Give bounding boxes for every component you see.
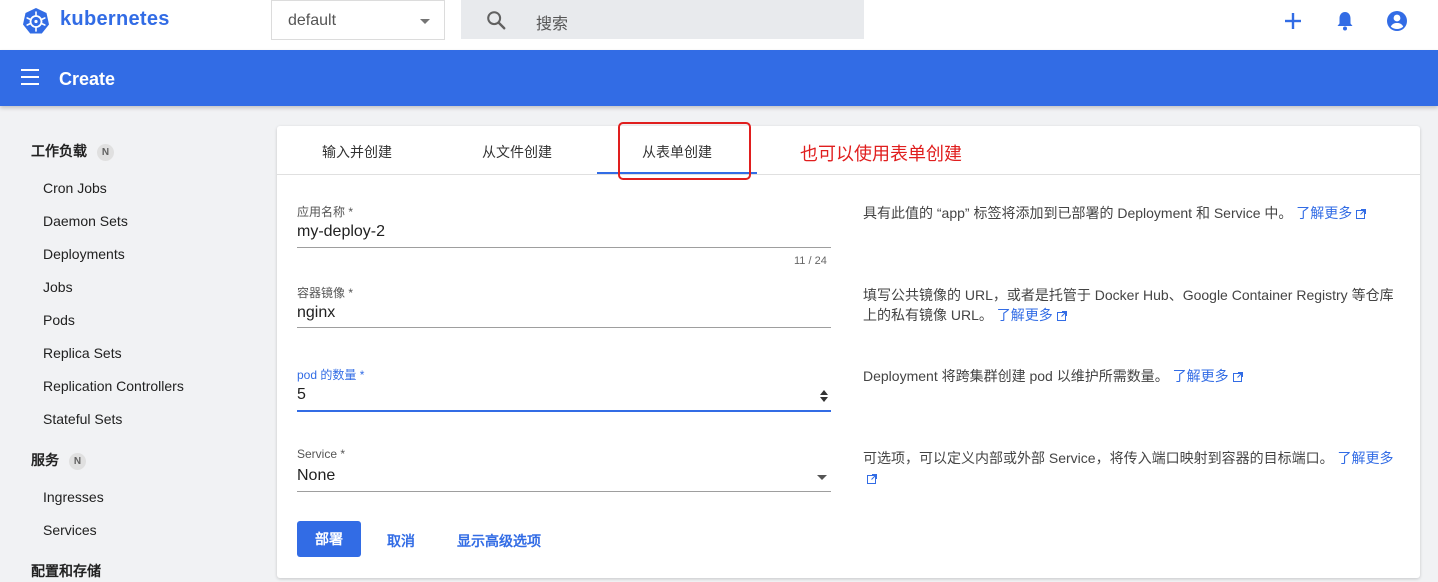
image-input[interactable]: nginx [297,304,335,322]
app-name-help: 具有此值的 “app” 标签将添加到已部署的 Deployment 和 Serv… [863,203,1403,223]
tab-create-from-input[interactable]: 输入并创建 [277,142,437,162]
highlight-box [618,122,751,180]
namespace-select[interactable]: default [271,0,445,40]
tab-create-from-file[interactable]: 从文件创建 [437,142,597,162]
sidebar: 工作负载 N Cron Jobs Daemon Sets Deployments … [0,106,260,582]
image-underline [297,327,831,328]
service-label: Service * [297,447,346,461]
app-name-label: 应用名称 * [297,205,354,219]
help-text: 具有此值的 “app” 标签将添加到已部署的 Deployment 和 Serv… [863,205,1293,221]
menu-icon[interactable] [21,69,41,87]
sidebar-item-replica-sets[interactable]: Replica Sets [43,345,122,361]
sidebar-section-config-storage[interactable]: 配置和存储 [31,561,101,581]
create-card: 输入并创建 从文件创建 从表单创建 也可以使用表单创建 应用名称 * my-de… [277,122,1420,578]
app-name-counter: 11 / 24 [794,255,827,267]
learn-more-link[interactable]: 了解更多 [1296,205,1367,221]
sidebar-item-jobs[interactable]: Jobs [43,279,73,295]
show-advanced-options-button[interactable]: 显示高级选项 [457,531,541,551]
open-in-new-icon [1056,311,1067,321]
top-bar: kubernetes default 搜索 [0,0,1438,50]
sidebar-item-services[interactable]: Services [43,522,97,538]
help-text: 可选项，可以定义内部或外部 Service，将传入端口映射到容器的目标端口。 [863,450,1334,466]
account-circle-icon[interactable] [1385,9,1409,33]
kubernetes-logo-icon[interactable] [22,7,50,35]
sidebar-item-ingresses[interactable]: Ingresses [43,489,104,505]
section-label: 工作负载 [31,143,87,159]
app-name-underline [297,247,831,248]
page-header: Create [0,50,1438,106]
sidebar-item-stateful-sets[interactable]: Stateful Sets [43,411,122,427]
sidebar-section-workloads[interactable]: 工作负载 N [31,141,114,161]
deploy-button[interactable]: 部署 [297,521,361,557]
search-icon [487,11,506,30]
annotation-text: 也可以使用表单创建 [800,144,962,164]
pod-count-underline [297,410,831,412]
number-spinner-icon[interactable] [818,388,830,404]
service-help: 可选项，可以定义内部或外部 Service，将传入端口映射到容器的目标端口。 了… [863,448,1403,488]
pod-count-input[interactable]: 5 [297,386,306,404]
sidebar-item-cron-jobs[interactable]: Cron Jobs [43,180,107,196]
learn-more-link[interactable]: 了解更多 [997,307,1067,323]
namespaced-badge: N [69,453,86,470]
notifications-bell-icon[interactable] [1333,9,1357,33]
open-in-new-icon [1232,372,1243,382]
cancel-button[interactable]: 取消 [387,531,415,551]
search-placeholder: 搜索 [536,16,569,33]
section-label: 服务 [31,452,59,468]
sidebar-item-replication-controllers[interactable]: Replication Controllers [43,378,184,394]
add-icon[interactable] [1281,9,1305,33]
pod-count-label: pod 的数量 * [297,368,365,382]
sidebar-item-deployments[interactable]: Deployments [43,246,125,262]
help-text: Deployment 将跨集群创建 pod 以维护所需数量。 [863,368,1169,384]
image-label: 容器镜像 * [297,286,354,300]
brand-name[interactable]: kubernetes [60,8,170,31]
page-title: Create [59,69,116,89]
namespace-value: default [288,12,337,29]
service-underline [297,491,831,492]
pod-count-help: Deployment 将跨集群创建 pod 以维护所需数量。 了解更多 [863,366,1403,386]
open-in-new-icon [1356,209,1367,219]
image-help: 填写公共镜像的 URL，或者是托管于 Docker Hub、Google Con… [863,285,1403,325]
app-name-input[interactable]: my-deploy-2 [297,223,385,241]
sidebar-item-daemon-sets[interactable]: Daemon Sets [43,213,128,229]
namespaced-badge: N [97,144,114,161]
service-select[interactable]: None [297,467,335,485]
learn-more-link[interactable]: 了解更多 [1173,368,1243,384]
help-text: 填写公共镜像的 URL，或者是托管于 Docker Hub、Google Con… [863,287,1394,323]
chevron-down-icon [420,19,430,24]
search-input[interactable]: 搜索 [461,0,864,39]
open-in-new-icon [867,474,877,484]
chevron-down-icon[interactable] [817,475,827,480]
sidebar-section-services[interactable]: 服务 N [31,450,86,470]
sidebar-item-pods[interactable]: Pods [43,312,75,328]
